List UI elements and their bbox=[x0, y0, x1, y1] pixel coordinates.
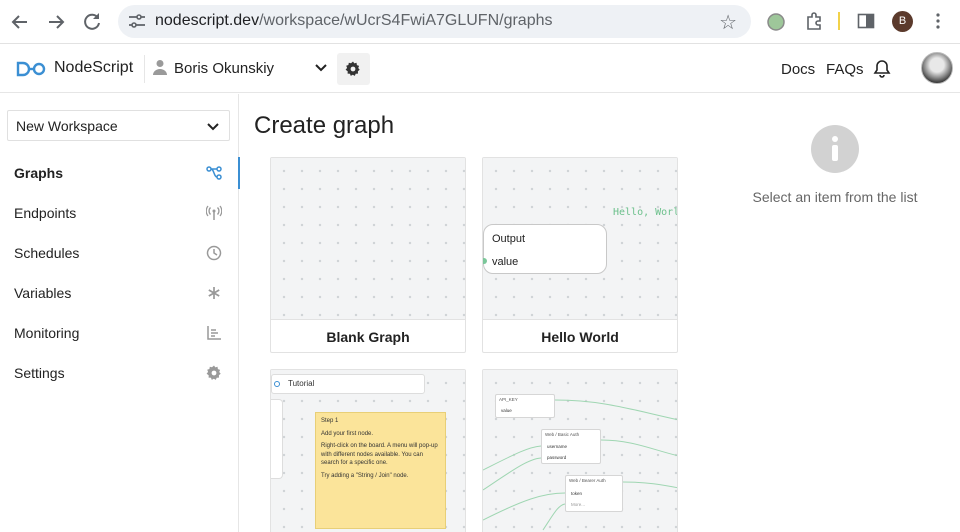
node-title: Web / Basic Auth bbox=[545, 432, 580, 437]
bell-icon[interactable] bbox=[873, 59, 891, 78]
sidebar-item-endpoints[interactable]: Endpoints bbox=[0, 193, 239, 233]
extensions-puzzle-icon[interactable] bbox=[804, 11, 824, 36]
settings-button[interactable] bbox=[337, 53, 370, 85]
node-title: API_KEY bbox=[499, 397, 518, 402]
connector-dot bbox=[274, 381, 280, 387]
node-field: value bbox=[501, 408, 512, 413]
chevron-down-icon[interactable] bbox=[314, 61, 328, 75]
card-preview: API_KEY value Web / Basic Auth username … bbox=[483, 370, 677, 532]
url-path: /workspace/wUcrS4FwiA7GLUFN/graphs bbox=[259, 12, 553, 29]
node-field: username bbox=[547, 444, 568, 449]
sidebar-item-label: Monitoring bbox=[14, 325, 80, 341]
gear-icon bbox=[345, 61, 360, 76]
sidebar-item-variables[interactable]: Variables bbox=[0, 273, 239, 313]
note-line: Add your first node. bbox=[321, 430, 374, 437]
asterisk-icon bbox=[208, 287, 220, 299]
user-name[interactable]: Boris Okunskiy bbox=[174, 60, 274, 77]
node-field: password bbox=[547, 455, 567, 460]
sidebar-item-graphs[interactable]: Graphs bbox=[0, 153, 240, 193]
card-preview: Tutorial Step 1 Add your first node. Rig… bbox=[271, 370, 465, 532]
back-icon[interactable] bbox=[8, 10, 32, 34]
side-panel-icon[interactable] bbox=[857, 12, 875, 35]
basic-auth-node: Web / Basic Auth username password bbox=[541, 429, 601, 464]
sidebar-item-label: Endpoints bbox=[14, 205, 77, 221]
node-title: Output bbox=[492, 233, 526, 245]
reload-icon[interactable] bbox=[80, 10, 104, 34]
chevron-down-icon bbox=[207, 123, 219, 131]
template-card-auth[interactable]: API_KEY value Web / Basic Auth username … bbox=[482, 369, 678, 532]
sidebar-item-label: Schedules bbox=[14, 245, 80, 261]
main-content: Create graph Blank Graph Hello, World Ou… bbox=[240, 94, 709, 532]
hello-output-text: Hello, World bbox=[613, 207, 677, 218]
faqs-link[interactable]: FAQs bbox=[826, 61, 864, 78]
node-field: token bbox=[571, 491, 583, 496]
card-label: Hello World bbox=[541, 329, 619, 345]
sidebar-item-label: Graphs bbox=[14, 165, 64, 181]
url-host: nodescript.dev bbox=[155, 12, 260, 29]
detail-panel: Select an item from the list bbox=[710, 94, 960, 532]
info-icon bbox=[811, 125, 859, 173]
sidebar-item-monitoring[interactable]: Monitoring bbox=[0, 313, 239, 353]
bearer-auth-node: Web / Bearer Auth token More... bbox=[565, 475, 623, 512]
browser-toolbar: nodescript.dev/workspace/wUcrS4FwiA7GLUF… bbox=[0, 0, 960, 44]
brand-name[interactable]: NodeScript bbox=[54, 59, 133, 77]
note-line: Try adding a "String / Join" node. bbox=[321, 472, 409, 479]
url-text[interactable]: nodescript.dev/workspace/wUcrS4FwiA7GLUF… bbox=[155, 12, 552, 30]
note-line: Right-click on the board. A menu will po… bbox=[321, 443, 438, 466]
sidebar: New Workspace Graphs Endpoints Schedules… bbox=[0, 94, 240, 532]
output-node: Output value bbox=[483, 224, 607, 274]
tutorial-node: Tutorial bbox=[271, 374, 425, 394]
card-preview bbox=[271, 158, 465, 320]
sidebar-item-schedules[interactable]: Schedules bbox=[0, 233, 239, 273]
sidebar-item-label: Settings bbox=[14, 365, 65, 381]
api-key-node: API_KEY value bbox=[495, 394, 555, 418]
chart-icon bbox=[207, 326, 221, 340]
site-settings-icon[interactable] bbox=[128, 13, 146, 29]
user-icon bbox=[153, 60, 167, 75]
template-card-blank[interactable]: Blank Graph bbox=[270, 157, 466, 353]
sidebar-item-settings[interactable]: Settings bbox=[0, 353, 239, 393]
page-title: Create graph bbox=[254, 112, 395, 139]
node-more: More... bbox=[571, 502, 586, 507]
browser-menu-icon[interactable] bbox=[935, 12, 941, 35]
node-toolbar bbox=[271, 399, 283, 479]
workspace-select[interactable]: New Workspace bbox=[7, 110, 230, 141]
note-line: Step 1 bbox=[321, 418, 339, 424]
user-avatar[interactable] bbox=[921, 52, 953, 84]
sidebar-item-label: Variables bbox=[14, 285, 72, 301]
graph-icon bbox=[206, 166, 222, 180]
connector-dot bbox=[483, 258, 487, 264]
clock-icon bbox=[206, 245, 222, 261]
empty-state-message: Select an item from the list bbox=[752, 189, 918, 205]
template-card-hello-world[interactable]: Hello, World Output value Hello World bbox=[482, 157, 678, 353]
docs-link[interactable]: Docs bbox=[781, 61, 815, 78]
app-header: NodeScript Boris Okunskiy Docs FAQs bbox=[0, 45, 960, 93]
card-preview: Hello, World Output value bbox=[483, 158, 677, 320]
extension-circle-icon[interactable] bbox=[767, 13, 785, 36]
template-card-tutorial[interactable]: Tutorial Step 1 Add your first node. Rig… bbox=[270, 369, 466, 532]
forward-icon[interactable] bbox=[44, 10, 68, 34]
node-title: Tutorial bbox=[288, 379, 315, 388]
card-label: Blank Graph bbox=[326, 329, 410, 345]
workspace-select-value: New Workspace bbox=[16, 118, 118, 134]
node-field: value bbox=[492, 256, 519, 268]
profile-avatar[interactable]: B bbox=[892, 11, 913, 32]
header-divider bbox=[144, 55, 145, 83]
node-title: Web / Bearer Auth bbox=[569, 478, 606, 483]
address-bar[interactable]: nodescript.dev/workspace/wUcrS4FwiA7GLUF… bbox=[118, 5, 751, 38]
nodescript-logo-icon bbox=[16, 61, 46, 77]
extension-divider bbox=[838, 12, 840, 30]
gear-icon bbox=[206, 365, 221, 380]
bookmark-star-icon[interactable]: ☆ bbox=[719, 10, 737, 35]
antenna-icon bbox=[206, 205, 222, 220]
sticky-note: Step 1 Add your first node. Right-click … bbox=[315, 412, 446, 529]
